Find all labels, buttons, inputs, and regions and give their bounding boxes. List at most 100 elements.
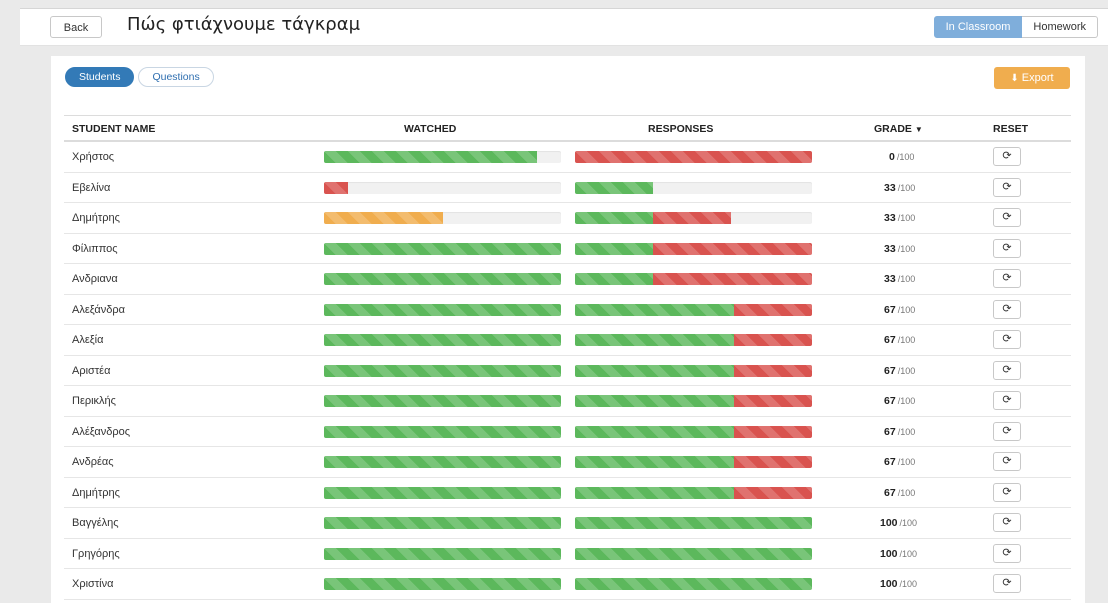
grade-value: 0/100: [854, 151, 979, 163]
tab-students[interactable]: Students: [65, 67, 135, 87]
responses-progress-bar: [575, 578, 812, 590]
refresh-icon: ⟳: [1002, 272, 1012, 284]
student-name: Βαγγέλης: [72, 517, 119, 529]
table-row: Γρηγόρης 100/100 ⟳: [64, 539, 1071, 569]
grade-max: /100: [897, 487, 916, 498]
responses-progress-bar: [575, 364, 812, 377]
reset-button[interactable]: ⟳: [993, 452, 1021, 471]
table-row: Βαγγέλης 100/100 ⟳: [64, 508, 1071, 539]
responses-progress-bar: [575, 151, 812, 163]
refresh-icon: ⟳: [1002, 424, 1012, 437]
caret-down-icon: ▼: [914, 125, 923, 134]
watched-progress-bar: [324, 303, 561, 316]
grade-value: 67/100: [854, 395, 974, 407]
refresh-icon: ⟳: [1002, 363, 1012, 376]
reset-button[interactable]: ⟳: [993, 208, 1021, 227]
table-row: Δημήτρης 67/100 ⟳: [64, 478, 1071, 508]
grade-max: /100: [897, 213, 916, 223]
page-title: Πώς φτιάχνουμε τάγκραμ: [127, 14, 361, 35]
grade-max: /100: [897, 365, 916, 376]
homework-button[interactable]: Homework: [1022, 16, 1098, 38]
watched-progress-bar: [324, 425, 561, 438]
responses-correct-fill: [575, 547, 812, 560]
grade-score: 100: [880, 578, 898, 590]
responses-progress-bar: [575, 303, 812, 316]
grade-value: 33/100: [854, 243, 974, 255]
responses-correct-fill: [575, 212, 654, 224]
student-name: Αλεξία: [72, 334, 104, 346]
grade-max: /100: [896, 152, 915, 162]
reset-button[interactable]: ⟳: [993, 147, 1021, 166]
reset-button[interactable]: ⟳: [993, 391, 1021, 410]
refresh-icon: ⟳: [1002, 485, 1012, 498]
reset-button[interactable]: ⟳: [993, 269, 1021, 288]
watched-fill: [324, 547, 561, 560]
download-icon: ⬇: [1010, 73, 1019, 84]
table-row: Δημήτρης 33/100 ⟳: [64, 203, 1071, 234]
reset-button[interactable]: ⟳: [993, 330, 1021, 349]
refresh-icon: ⟳: [1002, 150, 1012, 162]
grade-score: 0: [889, 151, 895, 163]
tab-questions[interactable]: Questions: [138, 67, 214, 87]
responses-progress-bar: [575, 517, 812, 529]
reset-button[interactable]: ⟳: [993, 238, 1021, 258]
responses-correct-fill: [575, 303, 734, 316]
grade-max: /100: [897, 396, 916, 406]
reset-button[interactable]: ⟳: [993, 543, 1021, 563]
back-button[interactable]: Back: [50, 16, 102, 38]
table-row: Χριστίνα 100/100 ⟳: [64, 569, 1071, 600]
reset-button[interactable]: ⟳: [993, 177, 1021, 197]
responses-incorrect-fill: [733, 456, 812, 468]
grade-value: 67/100: [854, 334, 974, 346]
responses-incorrect-fill: [733, 486, 812, 499]
refresh-icon: ⟳: [1002, 333, 1012, 345]
grade-score: 33: [884, 212, 896, 224]
col-grade[interactable]: GRADE ▼: [874, 123, 923, 135]
reset-button[interactable]: ⟳: [993, 513, 1021, 532]
reset-button[interactable]: ⟳: [993, 574, 1021, 593]
table-header: STUDENT NAME WATCHED RESPONSES GRADE ▼ R…: [64, 115, 1071, 142]
responses-incorrect-fill: [653, 273, 812, 285]
grade-max: /100: [899, 548, 918, 559]
col-grade-label: GRADE: [874, 123, 912, 135]
watched-fill: [324, 517, 561, 529]
mode-toggle: In Classroom Homework: [933, 16, 1098, 38]
watched-progress-bar: [324, 273, 561, 285]
watched-progress-bar: [324, 242, 561, 255]
in-classroom-button[interactable]: In Classroom: [933, 16, 1023, 38]
responses-incorrect-fill: [575, 151, 812, 163]
table-row: Αλέξανδρος 67/100 ⟳: [64, 417, 1071, 447]
responses-progress-bar: [575, 456, 812, 468]
student-name: Αριστέα: [72, 364, 111, 377]
table-body: Χρήστος 0/100 ⟳ Εβελίνα 33/100 ⟳ Δημήτρης 33/10…: [64, 142, 1071, 600]
student-name: Γρηγόρης: [72, 547, 120, 560]
grade-score: 100: [880, 517, 898, 529]
grade-max: /100: [899, 518, 918, 528]
reset-button[interactable]: ⟳: [993, 360, 1021, 380]
student-name: Δημήτρης: [72, 212, 120, 224]
export-button[interactable]: ⬇ Export: [994, 67, 1070, 89]
student-name: Περικλής: [72, 395, 116, 407]
reset-button[interactable]: ⟳: [993, 421, 1021, 441]
grade-value: 100/100: [854, 578, 970, 590]
responses-correct-fill: [575, 517, 812, 529]
table-row: Αλεξάνδρα 67/100 ⟳: [64, 295, 1071, 325]
responses-incorrect-fill: [733, 364, 812, 377]
student-name: Εβελίνα: [72, 181, 111, 194]
reset-button[interactable]: ⟳: [993, 299, 1021, 319]
responses-progress-bar: [575, 212, 812, 224]
responses-correct-fill: [575, 395, 734, 407]
export-label: Export: [1021, 72, 1054, 84]
table-row: Περικλής 67/100 ⟳: [64, 386, 1071, 417]
table-row: Ανδρέας 67/100 ⟳: [64, 447, 1071, 478]
responses-correct-fill: [575, 425, 734, 438]
responses-correct-fill: [575, 334, 734, 346]
col-responses: RESPONSES: [648, 123, 714, 135]
reset-button[interactable]: ⟳: [993, 482, 1021, 502]
table-row: Χρήστος 0/100 ⟳: [64, 142, 1071, 173]
table-row: Αλεξία 67/100 ⟳: [64, 325, 1071, 356]
grade-max: /100: [899, 579, 918, 589]
responses-incorrect-fill: [653, 212, 732, 224]
responses-progress-bar: [575, 334, 812, 346]
grade-score: 67: [884, 425, 896, 438]
